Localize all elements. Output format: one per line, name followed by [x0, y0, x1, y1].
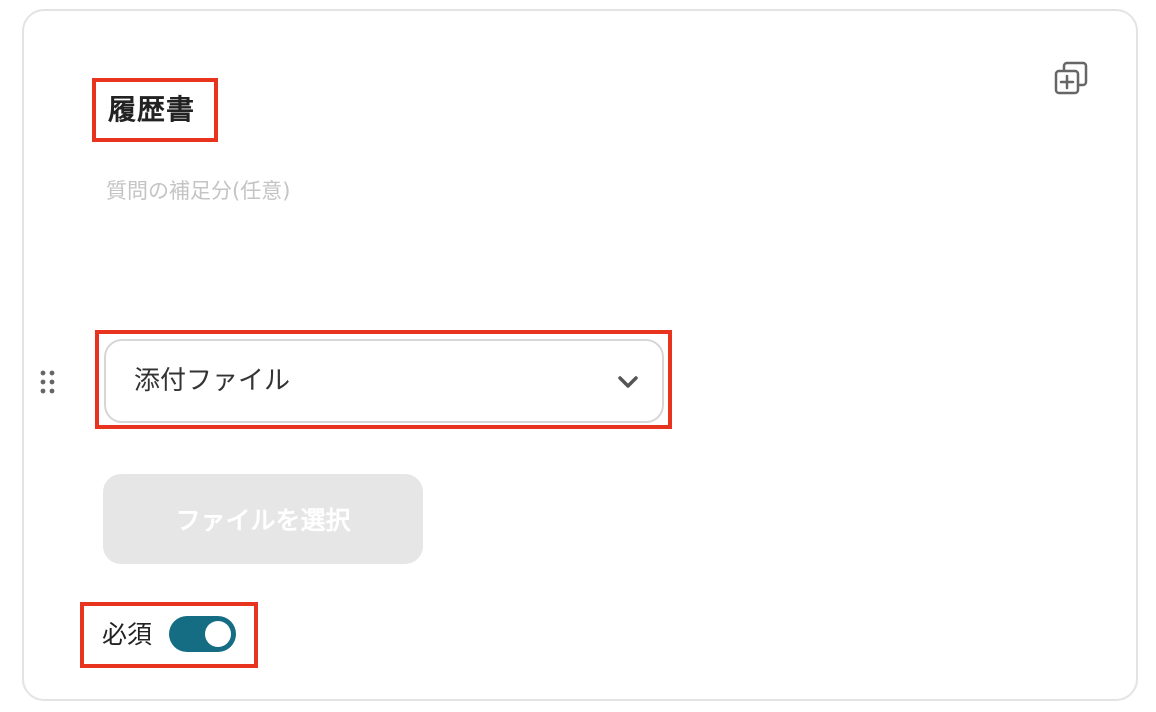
- description-input[interactable]: [106, 174, 606, 208]
- drag-handle[interactable]: [40, 370, 56, 394]
- highlight-field-type: [95, 330, 672, 429]
- drag-handle-icon: [40, 370, 55, 394]
- copy-plus-icon: [1054, 61, 1088, 95]
- highlight-required: [80, 602, 258, 668]
- choose-file-button[interactable]: ファイルを選択: [103, 474, 423, 564]
- highlight-title: [92, 78, 218, 142]
- duplicate-button[interactable]: [1052, 60, 1090, 98]
